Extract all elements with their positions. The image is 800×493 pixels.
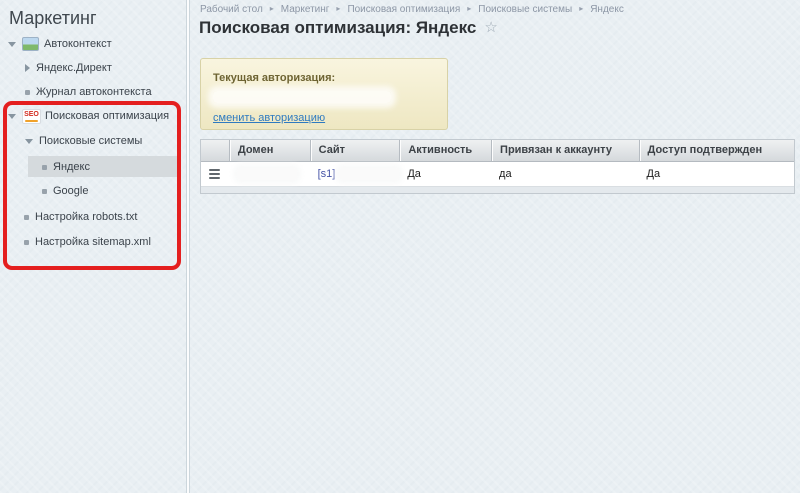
autocontext-icon <box>22 37 39 51</box>
sidebar-title: Маркетинг <box>9 8 97 29</box>
redacted-auth-value <box>213 91 391 103</box>
table-header-row: Домен Сайт Активность Привязан к аккаунт… <box>201 140 794 162</box>
table-header-domain[interactable]: Домен <box>229 140 310 161</box>
sidebar-item-label: Журнал автоконтекста <box>36 86 152 98</box>
sidebar-item-yandex-direct[interactable]: Яндекс.Директ <box>25 60 112 76</box>
bullet-icon <box>42 165 47 170</box>
breadcrumb: Рабочий стол Маркетинг Поисковая оптимизац… <box>200 4 624 15</box>
row-domain-cell <box>229 168 310 180</box>
main-content: Рабочий стол Маркетинг Поисковая оптимизац… <box>190 0 800 493</box>
chevron-down-icon[interactable] <box>25 139 33 144</box>
row-menu-cell <box>201 169 229 179</box>
breadcrumb-item-seo[interactable]: Поисковая оптимизация <box>347 4 460 15</box>
redacted-domain-value <box>237 168 297 180</box>
favorite-star-icon[interactable] <box>484 18 497 36</box>
sidebar-item-label: Google <box>53 185 88 197</box>
bullet-icon <box>42 189 47 194</box>
breadcrumb-separator-icon <box>579 4 583 13</box>
sidebar-item-seo[interactable]: SEO Поисковая оптимизация <box>8 108 169 124</box>
sidebar-item-label: Яндекс.Директ <box>36 62 112 74</box>
page-title-text: Поисковая оптимизация: Яндекс <box>199 18 476 37</box>
row-menu-icon[interactable] <box>209 169 220 179</box>
table-header-handle <box>201 140 229 161</box>
bullet-icon <box>25 90 30 95</box>
breadcrumb-item-search-engines[interactable]: Поисковые системы <box>478 4 572 15</box>
search-engine-table: Домен Сайт Активность Привязан к аккаунт… <box>200 139 795 194</box>
table-row: [s1] Да да Да <box>201 162 794 186</box>
sidebar-item-label: Поисковые системы <box>39 135 142 147</box>
chevron-right-icon[interactable] <box>25 64 30 72</box>
row-site-cell: [s1] <box>310 168 400 180</box>
sidebar-item-autocontext-journal[interactable]: Журнал автоконтекста <box>25 84 152 100</box>
sidebar: Маркетинг Автоконтекст Яндекс.Директ Жур… <box>0 0 186 493</box>
sidebar-item-label: Автоконтекст <box>44 38 112 50</box>
breadcrumb-separator-icon <box>336 4 340 13</box>
row-linked-account-cell: да <box>491 168 638 180</box>
sidebar-item-label: Яндекс <box>53 161 90 173</box>
page-title: Поисковая оптимизация: Яндекс <box>199 18 498 38</box>
chevron-down-icon[interactable] <box>8 42 16 47</box>
site-id-link[interactable]: [s1] <box>318 168 336 180</box>
sidebar-item-label: Настройка robots.txt <box>35 211 137 223</box>
breadcrumb-item-marketing[interactable]: Маркетинг <box>281 4 330 15</box>
table-header-activity[interactable]: Активность <box>399 140 491 161</box>
sidebar-item-search-engines[interactable]: Поисковые системы <box>25 133 142 149</box>
row-activity-cell: Да <box>399 168 491 180</box>
breadcrumb-item-desktop[interactable]: Рабочий стол <box>200 4 263 15</box>
table-header-access-confirmed[interactable]: Доступ подтвержден <box>639 140 794 161</box>
sidebar-item-label: Поисковая оптимизация <box>45 110 169 122</box>
sidebar-item-label: Настройка sitemap.xml <box>35 236 151 248</box>
sidebar-item-robots-txt[interactable]: Настройка robots.txt <box>24 209 137 225</box>
redacted-site-value <box>339 168 399 180</box>
bullet-icon <box>24 215 29 220</box>
seo-icon: SEO <box>22 109 41 124</box>
sidebar-item-yandex[interactable]: Яндекс <box>42 159 90 175</box>
sidebar-item-autocontext[interactable]: Автоконтекст <box>8 36 112 52</box>
auth-label: Текущая авторизация: <box>213 72 447 84</box>
sidebar-item-sitemap-xml[interactable]: Настройка sitemap.xml <box>24 234 151 250</box>
table-footer-bar <box>201 186 794 193</box>
bullet-icon <box>24 240 29 245</box>
sidebar-item-google[interactable]: Google <box>42 183 88 199</box>
breadcrumb-separator-icon <box>467 4 471 13</box>
table-header-linked-account[interactable]: Привязан к аккаунту <box>491 140 639 161</box>
table-header-site[interactable]: Сайт <box>310 140 400 161</box>
breadcrumb-separator-icon <box>270 4 274 13</box>
change-authorization-link[interactable]: сменить авторизацию <box>213 112 325 124</box>
row-access-confirmed-cell: Да <box>639 168 794 180</box>
chevron-down-icon[interactable] <box>8 114 16 119</box>
breadcrumb-item-yandex[interactable]: Яндекс <box>590 4 624 15</box>
current-authorization-panel: Текущая авторизация: сменить авторизацию <box>200 58 448 130</box>
